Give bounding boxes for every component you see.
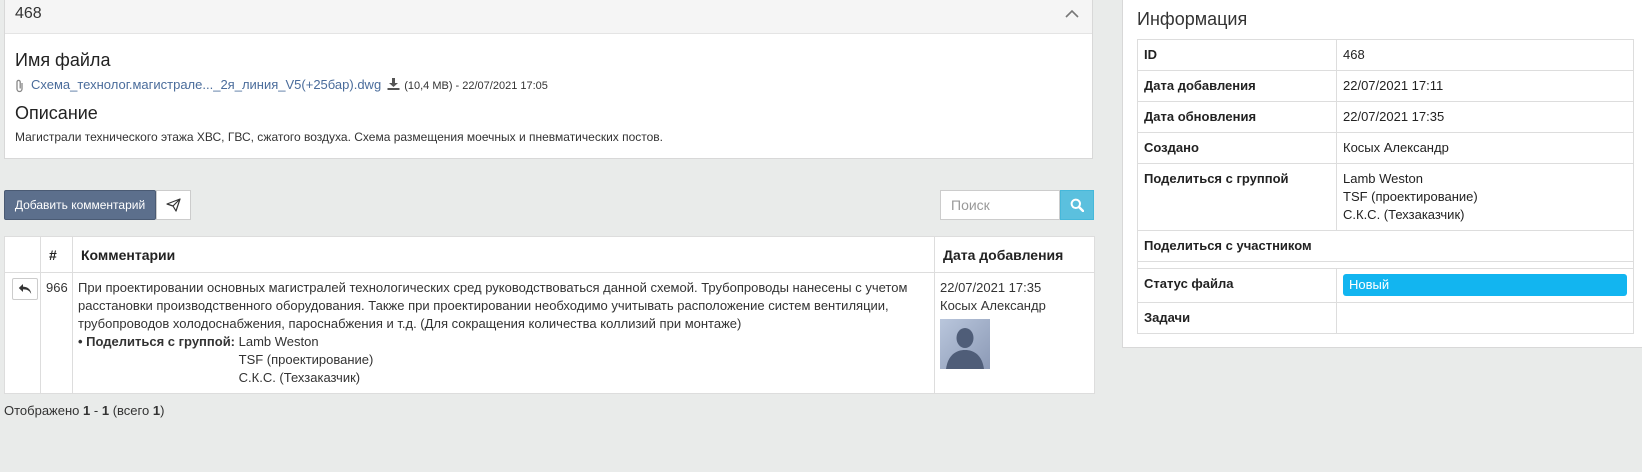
share-group-item: Lamb Weston bbox=[1343, 171, 1423, 186]
file-panel-header: 468 bbox=[5, 0, 1092, 34]
comment-share: • Поделиться с группой: Lamb Weston TSF … bbox=[78, 333, 929, 387]
comments-header-row: # Комментарии Дата добавления bbox=[4, 236, 1095, 273]
description-heading: Описание bbox=[15, 103, 98, 123]
date-column-header: Дата добавления bbox=[934, 236, 1095, 273]
download-icon[interactable] bbox=[387, 78, 400, 90]
comment-author: Косых Александр bbox=[940, 298, 1046, 313]
file-panel: 468 Имя файла Схема_технолог.магистрале.… bbox=[4, 0, 1093, 159]
share-group-item: С.К.С. (Техзаказчик) bbox=[1343, 207, 1465, 222]
reply-cell bbox=[4, 272, 41, 394]
comment-date: 22/07/2021 17:35 bbox=[940, 280, 1042, 295]
search-icon bbox=[1070, 198, 1084, 212]
file-row: Схема_технолог.магистрале..._2я_линия_V5… bbox=[15, 77, 548, 93]
share-group-item: Lamb Weston bbox=[238, 334, 319, 349]
paperclip-icon bbox=[16, 79, 23, 92]
info-table: ID 468 Дата добавления 22/07/2021 17:11 … bbox=[1137, 39, 1634, 334]
file-description: Магистрали технического этажа ХВС, ГВС, … bbox=[15, 130, 664, 144]
info-row-updated: Дата обновления 22/07/2021 17:35 bbox=[1137, 101, 1634, 133]
search-button[interactable] bbox=[1060, 190, 1094, 220]
search-input[interactable] bbox=[940, 190, 1060, 220]
info-row-spacer bbox=[1137, 261, 1634, 269]
info-row-status: Статус файла Новый bbox=[1137, 268, 1634, 303]
info-row-created-by: Создано Косых Александр bbox=[1137, 132, 1634, 164]
comment-date-cell: 22/07/2021 17:35 Косых Александр bbox=[934, 272, 1095, 394]
info-row-added: Дата добавления 22/07/2021 17:11 bbox=[1137, 70, 1634, 102]
filename-heading: Имя файла bbox=[15, 50, 111, 70]
share-group-list: Lamb Weston TSF (проектирование) С.К.С. … bbox=[239, 333, 374, 387]
comments-table: # Комментарии Дата добавления 966 При пр… bbox=[4, 236, 1095, 394]
info-panel: Информация ID 468 Дата добавления 22/07/… bbox=[1122, 0, 1642, 348]
reply-column-header bbox=[4, 236, 41, 273]
share-group-item: TSF (проектирование) bbox=[1343, 189, 1478, 204]
chevron-up-icon[interactable] bbox=[1064, 7, 1080, 21]
share-group-label: • Поделиться с группой: bbox=[78, 334, 236, 349]
reply-button[interactable] bbox=[12, 278, 38, 300]
file-link[interactable]: Схема_технолог.магистрале..._2я_линия_V5… bbox=[31, 77, 381, 92]
number-column-header: # bbox=[40, 236, 73, 273]
share-group-item: С.К.С. (Техзаказчик) bbox=[238, 370, 361, 385]
reply-icon bbox=[18, 284, 32, 294]
send-button[interactable] bbox=[156, 190, 191, 220]
file-id: 468 bbox=[15, 5, 42, 22]
comment-cell: При проектировании основных магистралей … bbox=[72, 272, 935, 394]
file-meta: (10,4 MB) - 22/07/2021 17:05 bbox=[404, 80, 548, 92]
info-row-id: ID 468 bbox=[1137, 39, 1634, 71]
info-row-share-member: Поделиться с участником bbox=[1137, 230, 1634, 262]
info-row-share-group: Поделиться с группой Lamb Weston TSF (пр… bbox=[1137, 163, 1634, 231]
avatar bbox=[940, 319, 990, 369]
status-badge: Новый bbox=[1343, 274, 1627, 296]
table-row: 966 При проектировании основных магистра… bbox=[4, 272, 1095, 394]
share-group-item: TSF (проектирование) bbox=[238, 352, 374, 367]
info-title: Информация bbox=[1137, 9, 1248, 29]
info-row-tasks: Задачи bbox=[1137, 302, 1634, 334]
paper-plane-icon bbox=[166, 198, 181, 212]
comment-number: 966 bbox=[40, 272, 73, 394]
comments-column-header: Комментарии bbox=[72, 236, 935, 273]
comment-text: При проектировании основных магистралей … bbox=[78, 280, 908, 331]
add-comment-button[interactable]: Добавить комментарий bbox=[4, 190, 156, 220]
pagination-info: Отображено 1 - 1 (всего 1) bbox=[4, 403, 165, 418]
